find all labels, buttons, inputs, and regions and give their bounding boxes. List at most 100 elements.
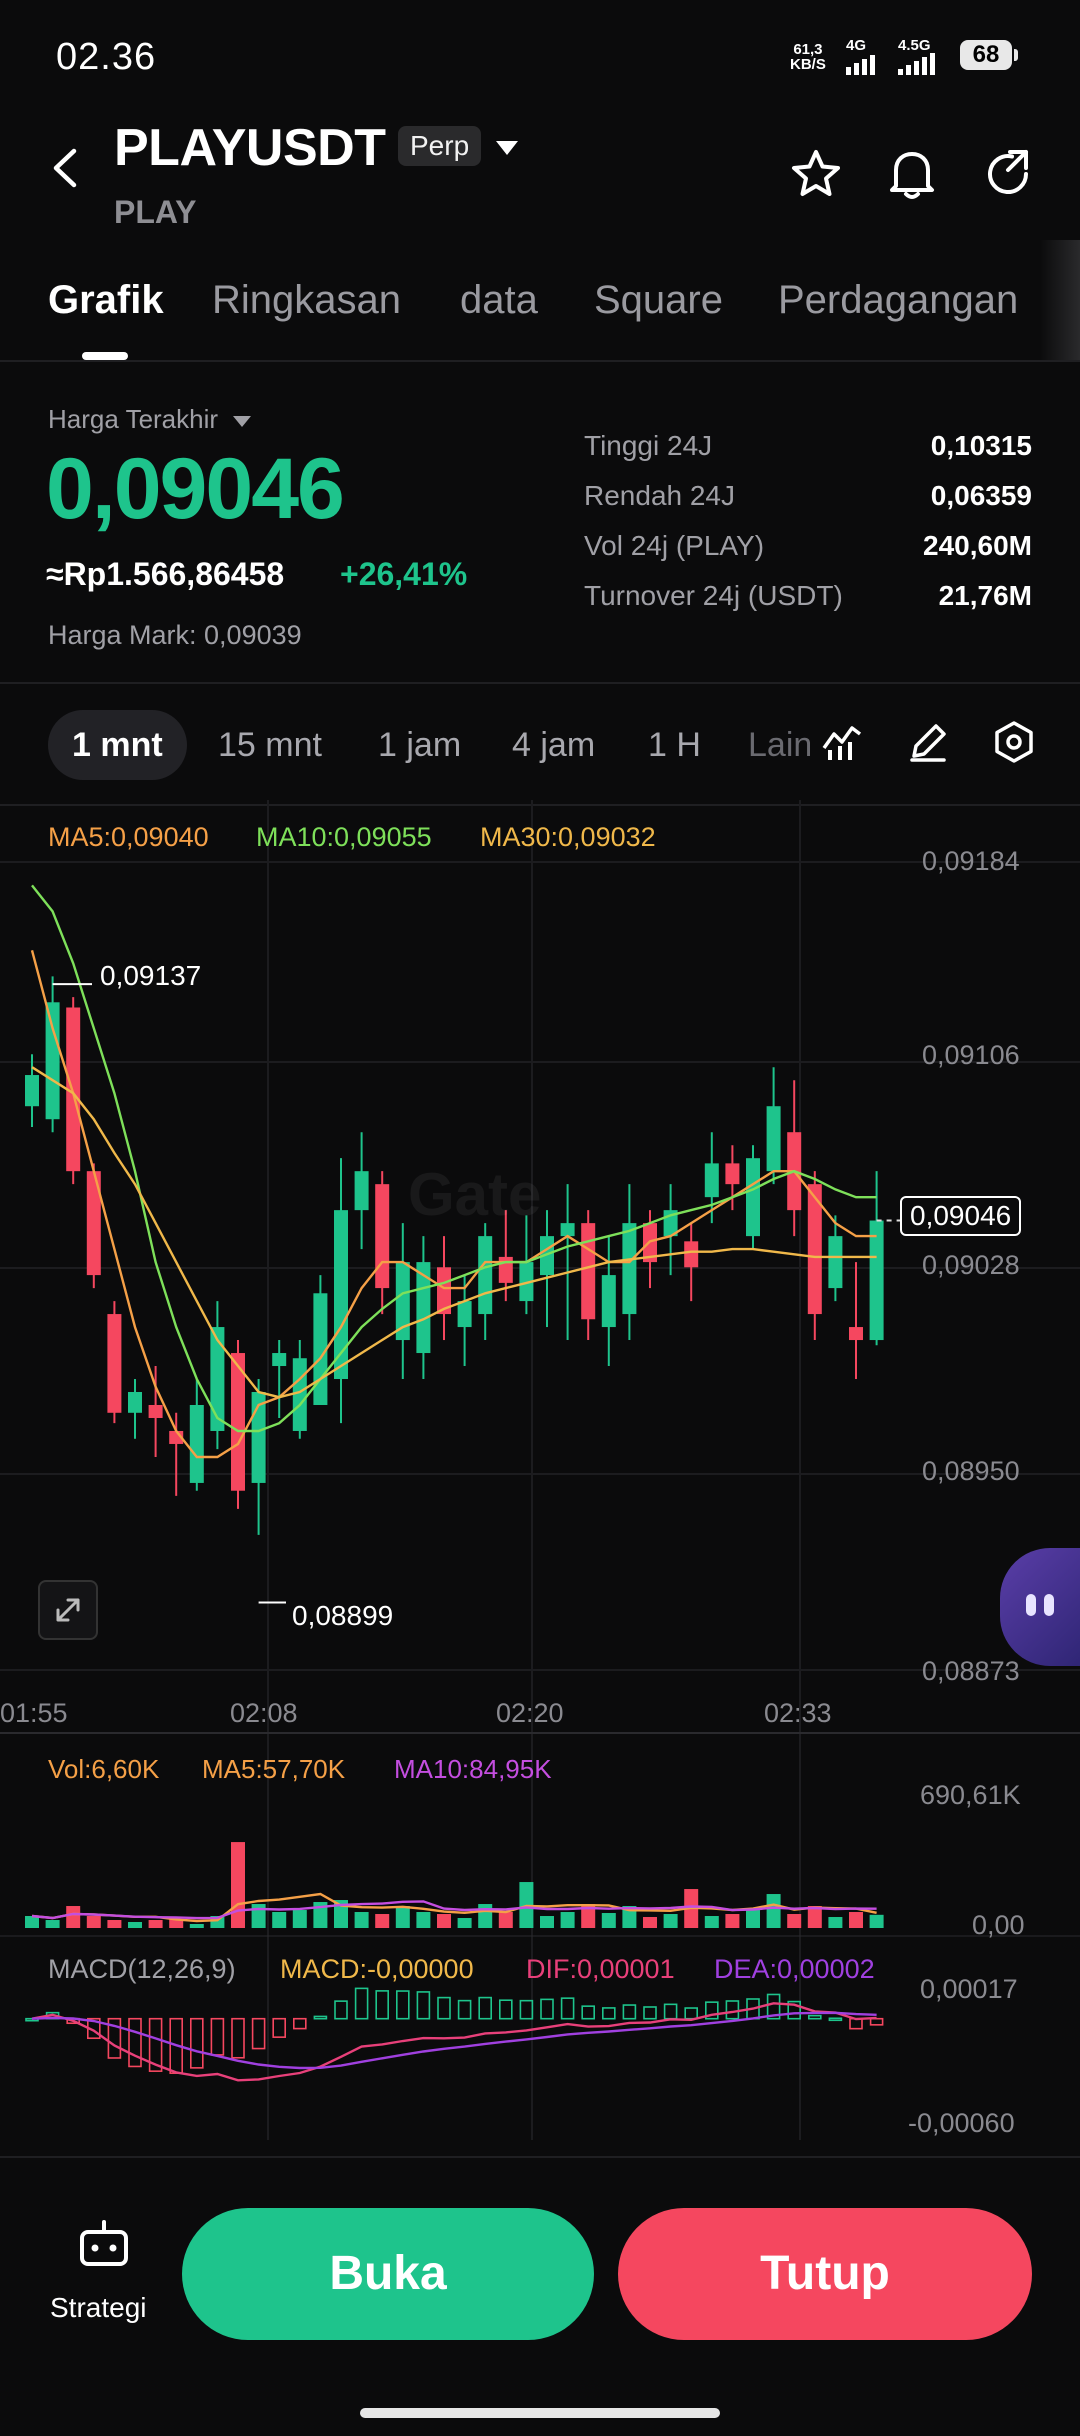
macd-histogram-bar [540, 1998, 554, 2020]
indicator-icon[interactable] [820, 720, 864, 764]
candle-body [725, 1163, 740, 1185]
x-axis-label: 02:33 [764, 1698, 832, 1728]
volume-bar [25, 1916, 39, 1928]
macd-histogram-bar [663, 2003, 678, 2020]
candle-body [272, 1353, 287, 1367]
interval-1h[interactable]: 1 jam [378, 710, 461, 780]
candle-body [354, 1171, 369, 1211]
ma10-legend: MA10:0,09055 [256, 822, 432, 852]
expand-icon [56, 1598, 80, 1622]
last-price-label[interactable]: Harga Terakhir [48, 404, 252, 435]
candle-body [498, 1256, 513, 1283]
dif-line [31, 2002, 877, 2082]
interval-4h[interactable]: 4 jam [512, 710, 595, 780]
home-indicator[interactable] [360, 2408, 720, 2418]
candle-body [148, 1404, 163, 1418]
y-axis-label: 0,08950 [922, 1456, 1020, 1486]
pair-title[interactable]: PLAYUSDT [114, 118, 386, 178]
macd-histogram-bar [622, 2004, 637, 2020]
stat-label-high: Tinggi 24J [584, 430, 713, 461]
tab-data[interactable]: data [460, 278, 538, 323]
macd-histogram-bar [354, 1987, 369, 2020]
macd-histogram-bar [210, 2017, 225, 2056]
volume-bar [643, 1917, 657, 1928]
candle-body [45, 1002, 60, 1120]
candle-body [210, 1327, 225, 1431]
volume-bar [354, 1912, 369, 1928]
volume-bar [478, 1904, 493, 1928]
ticker-divider [0, 682, 1080, 684]
candle-body [560, 1223, 575, 1237]
stat-label-vol: Vol 24j (PLAY) [584, 530, 765, 561]
volume-bar [498, 1912, 513, 1928]
strategy-label[interactable]: Strategi [50, 2292, 147, 2324]
candle-body [292, 1358, 307, 1431]
vol-axis-label: 0,00 [972, 1910, 1025, 1940]
stat-value-low: 0,06359 [930, 480, 1032, 511]
back-arrow-icon[interactable] [50, 148, 80, 188]
macd-histogram-bar [601, 2007, 616, 2020]
interval-1m[interactable]: 1 mnt [48, 710, 187, 780]
vol-legend: Vol:6,60K [48, 1754, 160, 1784]
volume-bar [766, 1894, 781, 1928]
current-price-tag: 0,09046 [900, 1196, 1022, 1236]
change-percent: +26,41% [340, 556, 468, 592]
tab-ringkasan[interactable]: Ringkasan [212, 278, 401, 323]
macd-histogram-bar [231, 2017, 245, 2059]
candle-body [457, 1301, 472, 1328]
volume-bar [231, 1842, 245, 1928]
interval-more[interactable]: Lain [748, 710, 810, 780]
macd-histogram-bar [807, 2014, 822, 2020]
candle-body [581, 1223, 596, 1320]
volume-bar [560, 1912, 575, 1928]
volume-bar [416, 1912, 431, 1928]
volume-bar [746, 1910, 760, 1928]
last-price: 0,09046 [46, 441, 345, 537]
close-position-button[interactable]: Tutup [618, 2208, 1032, 2340]
volume-bar [128, 1922, 142, 1928]
interval-1d[interactable]: 1 H [648, 710, 701, 780]
pair-subtitle: PLAY [114, 194, 197, 230]
ma30-legend: MA30:0,09032 [480, 822, 656, 852]
open-position-button[interactable]: Buka [182, 2208, 594, 2340]
expand-chart-button[interactable] [38, 1580, 98, 1640]
star-favorite-icon[interactable] [790, 148, 842, 200]
bell-alert-icon[interactable] [886, 146, 938, 202]
tab-square[interactable]: Square [594, 278, 723, 323]
volume-bar [787, 1914, 802, 1928]
battery-icon: 68 [960, 40, 1018, 70]
price-type-dropdown-icon[interactable] [233, 415, 252, 427]
interval-15m[interactable]: 15 mnt [218, 710, 322, 780]
volume-bar [828, 1917, 843, 1928]
share-icon[interactable] [982, 148, 1034, 200]
candle-body [704, 1163, 719, 1198]
tab-perdagangan[interactable]: Perdagangan [778, 278, 1018, 323]
macd-histogram-bar [190, 2017, 204, 2069]
low-marker-label: 0,08899 [292, 1600, 394, 1631]
macd-histogram-bar [478, 1996, 493, 2020]
chart-settings-icon[interactable] [992, 720, 1036, 764]
vol-ma5-legend: MA5:57,70K [202, 1754, 346, 1784]
macd-histogram-bar [828, 2017, 843, 2022]
x-axis-label: 01:55 [0, 1698, 68, 1728]
tab-active-indicator [82, 352, 128, 360]
candle-body [107, 1314, 122, 1413]
tab-grafik[interactable]: Grafik [48, 278, 164, 323]
volume-bar [251, 1904, 266, 1928]
candle-body [601, 1275, 616, 1328]
assistant-bubble[interactable] [1000, 1548, 1080, 1666]
macd-legend: MACD:-0,00000 [280, 1954, 474, 1984]
draw-pen-icon[interactable] [906, 720, 950, 764]
macd-histogram-bar [334, 2000, 348, 2020]
pair-dropdown-icon[interactable] [496, 141, 518, 155]
volume-bar [272, 1912, 287, 1928]
strategy-robot-icon[interactable] [76, 2216, 132, 2272]
macd-histogram-bar [251, 2017, 266, 2050]
gate-watermark: Gate [408, 1161, 542, 1228]
stat-label-low: Rendah 24J [584, 480, 736, 511]
candle-body [128, 1392, 142, 1413]
perp-badge[interactable]: Perp [398, 126, 482, 166]
volume-bar [86, 1916, 101, 1928]
volume-bar [66, 1906, 81, 1928]
volume-bar [849, 1912, 863, 1928]
